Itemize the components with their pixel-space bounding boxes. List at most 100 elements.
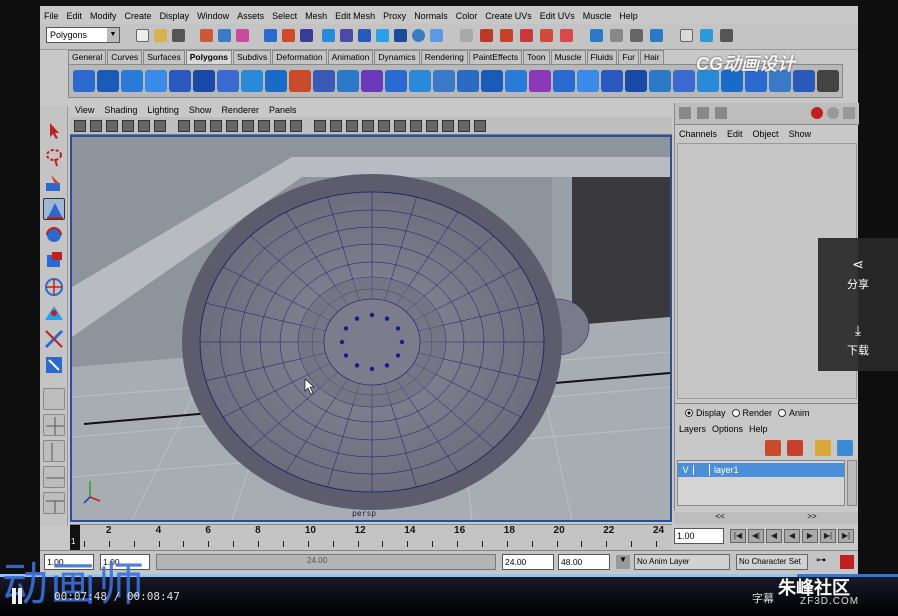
use-all-lights-icon[interactable] <box>378 120 390 132</box>
radio-dot[interactable] <box>778 409 787 417</box>
grid-icon[interactable] <box>194 120 206 132</box>
prev-key-label[interactable]: << <box>715 512 724 524</box>
menu-mesh[interactable]: Mesh <box>301 8 331 24</box>
misc-mask-icon[interactable] <box>412 29 425 42</box>
camera-attributes-icon[interactable] <box>106 120 118 132</box>
menu-file[interactable]: File <box>40 8 63 24</box>
2d-pan-zoom-icon[interactable] <box>154 120 166 132</box>
shelf-tool-8-icon[interactable] <box>241 70 263 92</box>
single-pane-layout-icon[interactable] <box>43 388 65 410</box>
shelf-tab-rendering[interactable]: Rendering <box>420 50 468 64</box>
render-mask-icon[interactable] <box>394 29 407 42</box>
next-key-label[interactable]: >> <box>807 512 816 524</box>
channel-keys-icon[interactable] <box>811 107 823 119</box>
panel-menu-lighting[interactable]: Lighting <box>142 103 184 117</box>
ipr-render-icon[interactable] <box>630 29 643 42</box>
layer-attributes-icon[interactable] <box>837 440 853 456</box>
shelf-tab-surfaces[interactable]: Surfaces <box>143 50 185 64</box>
hypershade-layout-icon[interactable] <box>43 492 65 514</box>
dynamic-mask-icon[interactable] <box>376 29 389 42</box>
soft-modification-icon[interactable] <box>43 302 65 324</box>
key-icon[interactable]: ⊶ <box>816 555 834 569</box>
shelf-tool-19-icon[interactable] <box>505 70 527 92</box>
menu-proxy[interactable]: Proxy <box>379 8 410 24</box>
new-layer-selected-icon[interactable] <box>787 440 803 456</box>
panel-menu-show[interactable]: Show <box>184 103 217 117</box>
save-scene-icon[interactable] <box>172 29 185 42</box>
layer-list-scrollbar[interactable] <box>847 460 857 506</box>
shelf-tool-15-icon[interactable] <box>409 70 431 92</box>
layer-menu-options[interactable]: Options <box>712 424 749 434</box>
paint-select-tool-icon[interactable] <box>43 172 65 194</box>
handle-mask-icon[interactable] <box>282 29 295 42</box>
shelf-tool-23-icon[interactable] <box>601 70 623 92</box>
surface-mask-icon[interactable] <box>340 29 353 42</box>
joint-mask-icon[interactable] <box>300 29 313 42</box>
menu-edit[interactable]: Edit <box>63 8 87 24</box>
menu-create-uvs[interactable]: Create UVs <box>481 8 536 24</box>
deform-mask-icon[interactable] <box>358 29 371 42</box>
field-chart-icon[interactable] <box>258 120 270 132</box>
layer-editor-tab-icon[interactable] <box>697 107 709 119</box>
textured-icon[interactable] <box>362 120 374 132</box>
magnet-icon[interactable] <box>560 29 573 42</box>
shelf-tool-1-icon[interactable] <box>73 70 95 92</box>
menu-select[interactable]: Select <box>268 8 301 24</box>
wireframe-icon[interactable] <box>314 120 326 132</box>
xray-icon[interactable] <box>442 120 454 132</box>
xray-joints-icon[interactable] <box>458 120 470 132</box>
isolate-select-icon[interactable] <box>426 120 438 132</box>
shelf-tool-13-icon[interactable] <box>361 70 383 92</box>
shadows-icon[interactable] <box>394 120 406 132</box>
panel-menu-panels[interactable]: Panels <box>264 103 302 117</box>
render-settings-icon[interactable] <box>650 29 663 42</box>
shelf-tool-17-icon[interactable] <box>457 70 479 92</box>
shelf-tab-curves[interactable]: Curves <box>107 50 143 64</box>
shelf-tool-2-icon[interactable] <box>97 70 119 92</box>
pause-icon[interactable] <box>10 588 24 604</box>
lock-icon[interactable] <box>460 29 473 42</box>
menu-normals[interactable]: Normals <box>410 8 452 24</box>
layer-menu-layers[interactable]: Layers <box>679 424 712 434</box>
bookmarks-icon[interactable] <box>122 120 134 132</box>
render-frame-icon[interactable] <box>610 29 623 42</box>
shelf-tab-painteffects[interactable]: PaintEffects <box>468 50 523 64</box>
menu-display[interactable]: Display <box>156 8 194 24</box>
channel-menu-show[interactable]: Show <box>789 129 822 139</box>
radio-anim[interactable]: Anim <box>772 408 810 418</box>
four-pane-layout-icon[interactable] <box>43 414 65 436</box>
shelf-tool-26-icon[interactable] <box>673 70 695 92</box>
shelf-tab-polygons[interactable]: Polygons <box>185 50 232 64</box>
layer-template-toggle[interactable] <box>694 464 710 476</box>
play-forward-icon[interactable]: ▶ <box>802 529 818 543</box>
shelf-tab-muscle[interactable]: Muscle <box>550 50 586 64</box>
tool-settings-toggle-icon[interactable] <box>700 29 713 42</box>
shelf-tool-22-icon[interactable] <box>577 70 599 92</box>
go-to-start-icon[interactable]: |◀ <box>730 529 746 543</box>
step-back-key-icon[interactable]: ◀| <box>748 529 764 543</box>
perspective-viewport[interactable]: persp <box>70 135 672 522</box>
screen-space-ao-icon[interactable] <box>410 120 422 132</box>
animation-end-field[interactable]: 48.00 <box>558 554 610 570</box>
shelf-tool-9-icon[interactable] <box>265 70 287 92</box>
shelf-tool-7-icon[interactable] <box>217 70 239 92</box>
move-tool-icon[interactable] <box>43 198 65 220</box>
channel-box-tab-icon[interactable] <box>679 107 691 119</box>
channel-box-toggle-icon[interactable] <box>720 29 733 42</box>
range-dropdown-icon[interactable]: ▼ <box>616 555 630 569</box>
gate-mask-icon[interactable] <box>242 120 254 132</box>
resolution-gate-icon[interactable] <box>226 120 238 132</box>
persp-graph-layout-icon[interactable] <box>43 466 65 488</box>
last-used-tool-icon[interactable] <box>43 354 65 376</box>
menu-help[interactable]: Help <box>615 8 642 24</box>
step-back-frame-icon[interactable]: ◀ <box>766 529 782 543</box>
menu-edit-mesh[interactable]: Edit Mesh <box>331 8 379 24</box>
universal-manipulator-icon[interactable] <box>43 276 65 298</box>
safe-action-icon[interactable] <box>274 120 286 132</box>
channel-shape-icon[interactable] <box>827 107 839 119</box>
playback-end-field[interactable]: 24.00 <box>502 554 554 570</box>
default-material-icon[interactable] <box>346 120 358 132</box>
radio-render[interactable]: Render <box>726 408 772 418</box>
curve-mask-icon[interactable] <box>322 29 335 42</box>
shelf-tab-general[interactable]: General <box>68 50 107 64</box>
